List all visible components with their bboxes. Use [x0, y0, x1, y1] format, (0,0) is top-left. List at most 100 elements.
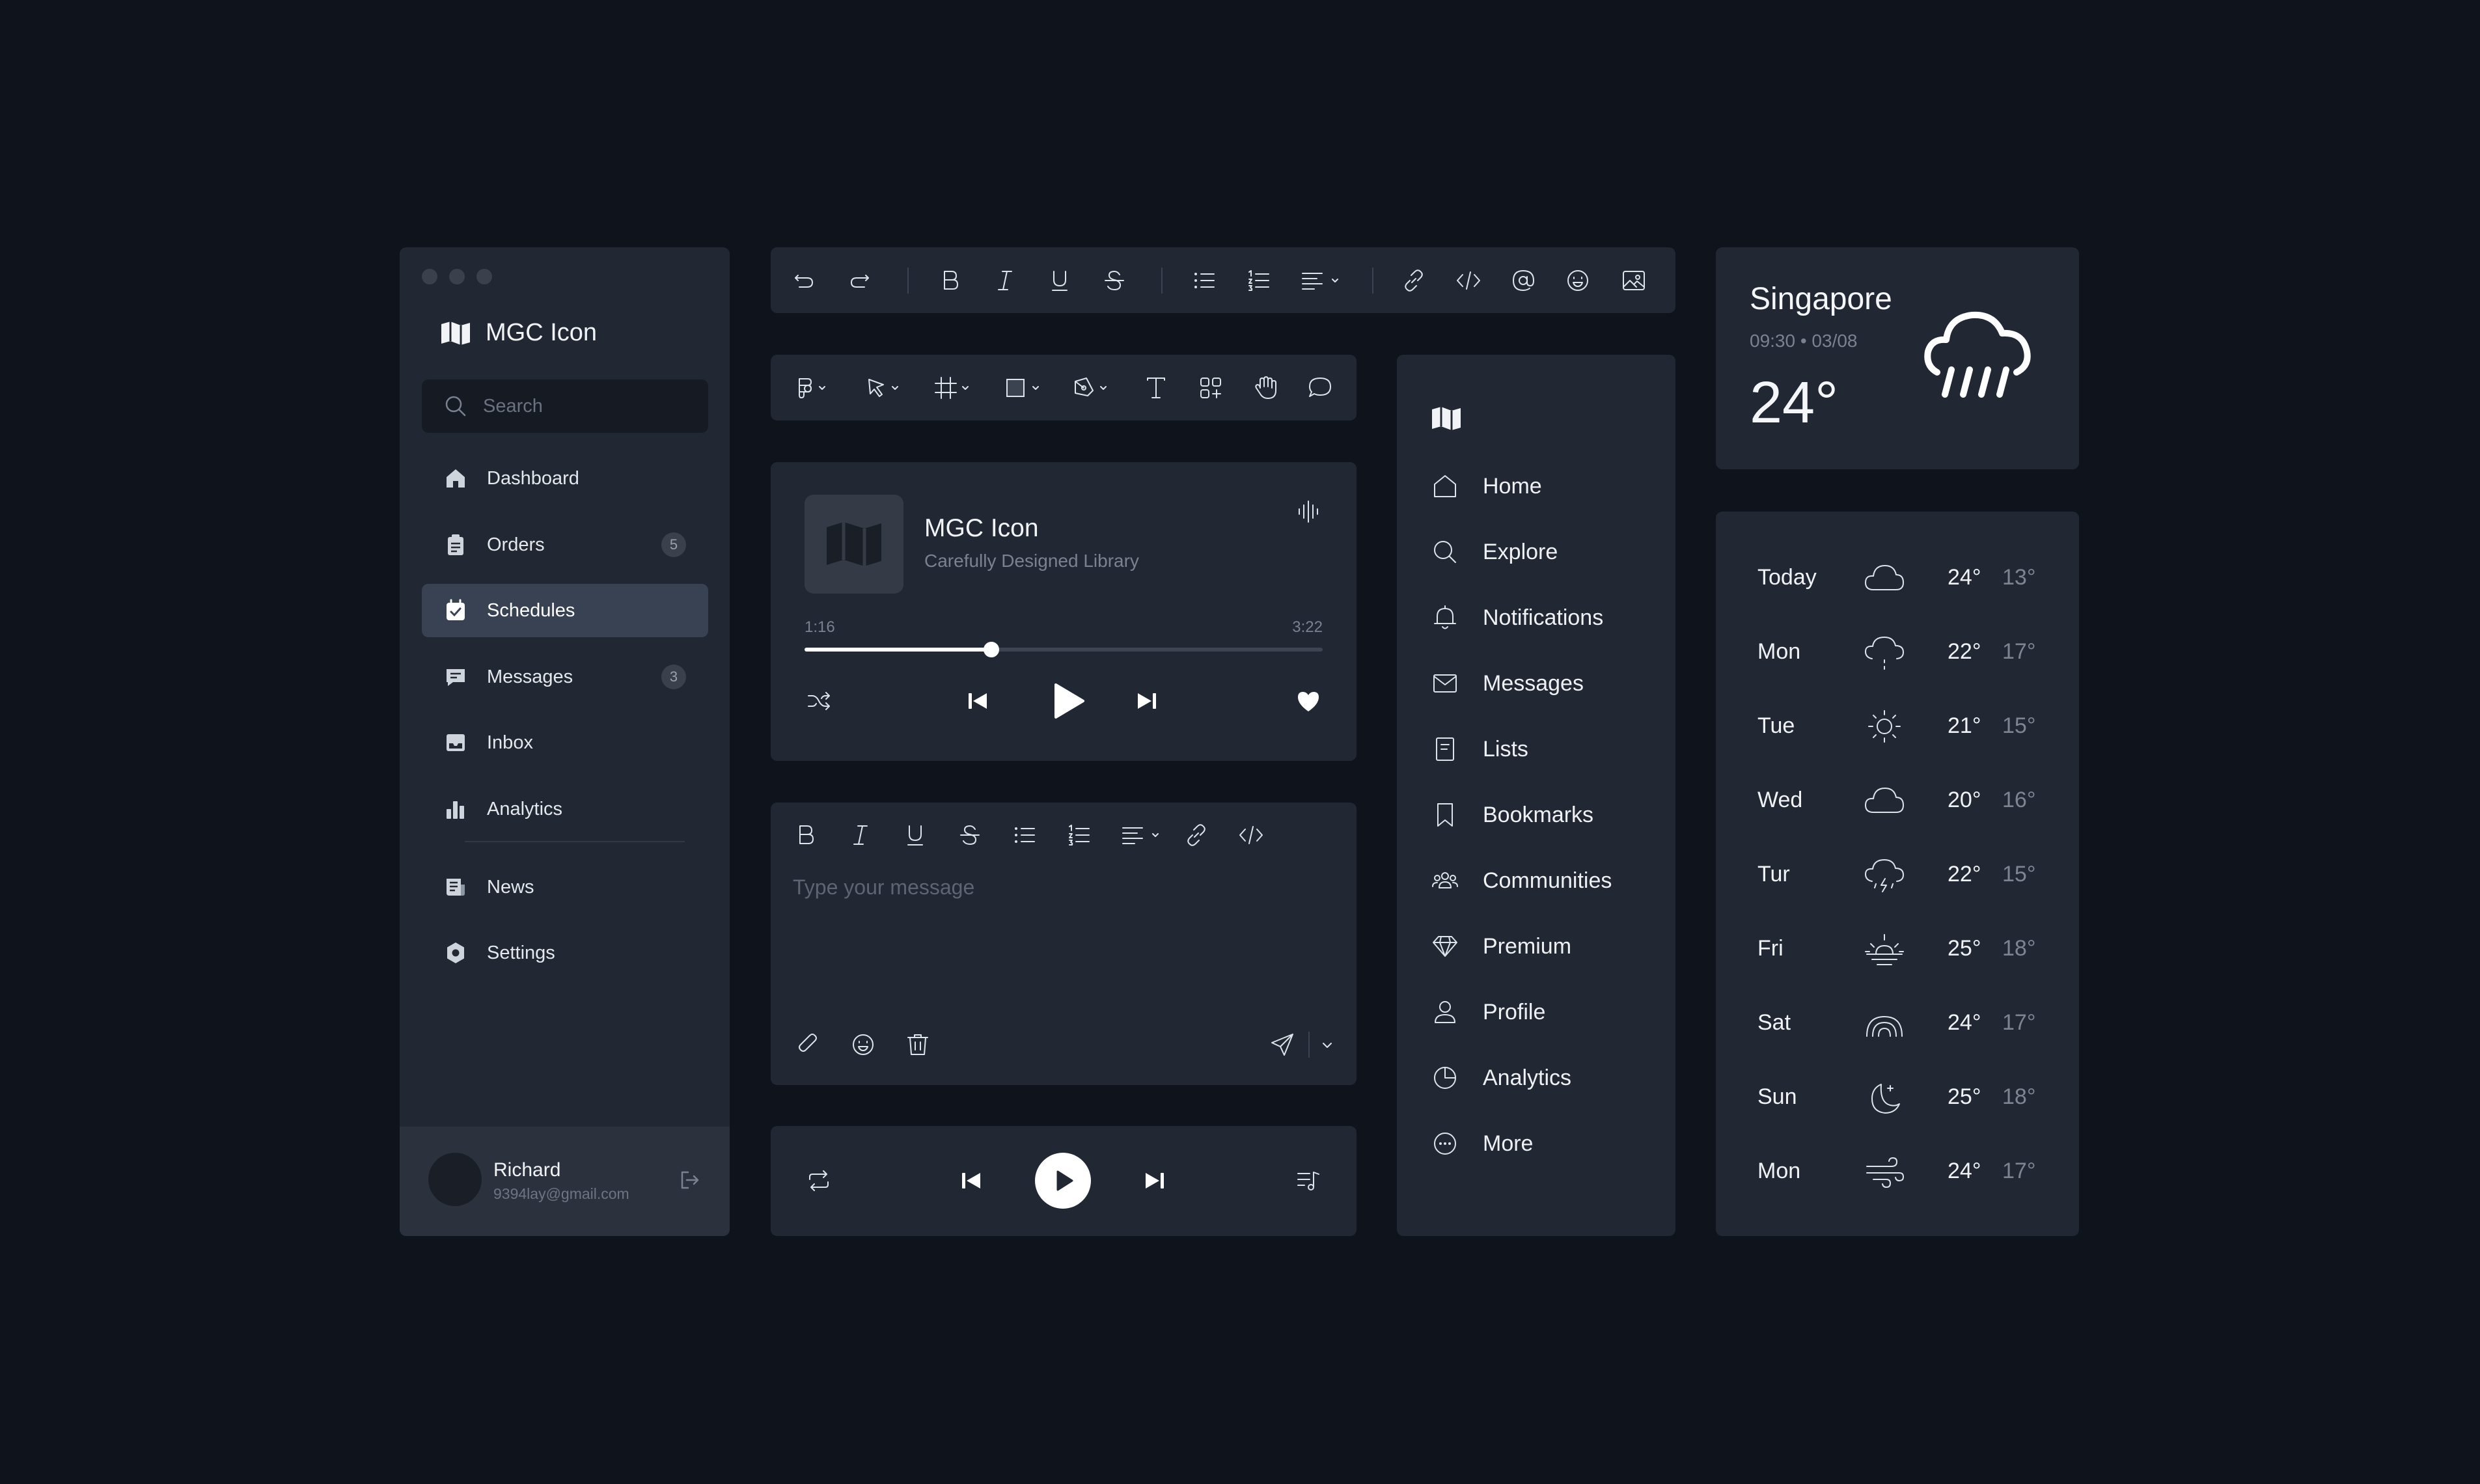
image-icon[interactable] — [1614, 247, 1653, 313]
menu-item-premium[interactable]: Premium — [1431, 927, 1571, 966]
previous-track-icon[interactable] — [957, 1166, 985, 1195]
pointer-dropdown-icon[interactable] — [859, 355, 911, 420]
sidebar-item-orders[interactable]: Orders 5 — [422, 518, 708, 571]
sidebar-item-news[interactable]: News — [422, 860, 708, 914]
mention-icon[interactable] — [1504, 247, 1543, 313]
mail-icon — [1431, 669, 1459, 698]
play-button[interactable] — [1035, 1153, 1091, 1209]
forecast-low: 17° — [2002, 1159, 2036, 1183]
sidebar-item-label: Orders — [487, 534, 545, 555]
previous-track-icon[interactable] — [963, 687, 992, 715]
italic-icon[interactable] — [841, 803, 880, 868]
sidebar-item-schedules[interactable]: Schedules — [422, 584, 708, 637]
frame-dropdown-icon[interactable] — [928, 355, 980, 420]
next-track-icon[interactable] — [1140, 1166, 1169, 1195]
menu-item-notifications[interactable]: Notifications — [1431, 598, 1603, 637]
sidebar-item-inbox[interactable]: Inbox — [422, 716, 708, 769]
window-maximize-dot[interactable] — [476, 269, 492, 284]
numbered-list-icon[interactable] — [1060, 803, 1099, 868]
shuffle-icon[interactable] — [805, 687, 833, 715]
sidebar-item-analytics[interactable]: Analytics — [422, 782, 708, 836]
emoji-icon[interactable] — [1558, 247, 1597, 313]
current-temperature: 24° — [1750, 370, 1839, 435]
heart-icon[interactable] — [1294, 687, 1323, 715]
menu-item-explore[interactable]: Explore — [1431, 532, 1558, 571]
bar-chart-icon — [444, 797, 467, 821]
hand-tool-icon[interactable] — [1246, 355, 1285, 420]
link-icon[interactable] — [1177, 803, 1216, 868]
track-subtitle: Carefully Designed Library — [924, 551, 1139, 571]
trash-icon[interactable] — [903, 1030, 932, 1059]
logout-icon[interactable] — [678, 1168, 701, 1192]
chevron-down-icon[interactable] — [1317, 1030, 1337, 1059]
map-logo-icon — [1431, 405, 1462, 432]
window-close-dot[interactable] — [422, 269, 437, 284]
bullet-list-icon[interactable] — [1185, 247, 1224, 313]
toolbar-separator — [1372, 268, 1373, 294]
forecast-row: Tue 21° 15° — [1716, 693, 2079, 758]
menu-item-more[interactable]: More — [1431, 1124, 1533, 1163]
menu-item-communities[interactable]: Communities — [1431, 861, 1612, 900]
underline-icon[interactable] — [1040, 247, 1079, 313]
rectangle-dropdown-icon[interactable] — [999, 355, 1051, 420]
bullet-list-icon[interactable] — [1005, 803, 1044, 868]
italic-icon[interactable] — [985, 247, 1025, 313]
text-tool-icon[interactable] — [1137, 355, 1176, 420]
code-icon[interactable] — [1232, 803, 1271, 868]
forecast-low: 15° — [2002, 713, 2036, 738]
components-icon[interactable] — [1191, 355, 1230, 420]
align-dropdown-icon[interactable] — [1116, 803, 1168, 868]
window-minimize-dot[interactable] — [449, 269, 465, 284]
cloud-drizzle-icon — [1862, 631, 1907, 673]
list-doc-icon — [1431, 735, 1459, 763]
sidebar-item-messages[interactable]: Messages 3 — [422, 650, 708, 704]
forecast-day: Wed — [1757, 788, 1803, 812]
undo-icon[interactable] — [785, 247, 824, 313]
current-weather-card: Singapore 09:30 • 03/08 24° — [1716, 247, 2079, 469]
forecast-high: 25° — [1948, 1084, 1981, 1109]
menu-item-bookmarks[interactable]: Bookmarks — [1431, 795, 1593, 834]
strikethrough-icon[interactable] — [1095, 247, 1134, 313]
sidebar-item-settings[interactable]: Settings — [422, 926, 708, 980]
bold-icon[interactable] — [786, 803, 825, 868]
comment-icon[interactable] — [1301, 355, 1340, 420]
code-icon[interactable] — [1449, 247, 1488, 313]
strikethrough-icon[interactable] — [950, 803, 989, 868]
menu-item-profile[interactable]: Profile — [1431, 993, 1545, 1032]
progress-knob[interactable] — [983, 642, 999, 657]
align-dropdown-icon[interactable] — [1295, 247, 1347, 313]
sun-icon — [1862, 706, 1907, 747]
menu-item-lists[interactable]: Lists — [1431, 730, 1528, 769]
sidebar-item-dashboard[interactable]: Dashboard — [422, 452, 708, 505]
user-profile[interactable]: Richard 9394lay@gmail.com — [400, 1127, 730, 1236]
menu-item-messages[interactable]: Messages — [1431, 664, 1584, 703]
search-box[interactable]: Search — [422, 379, 708, 433]
menu-item-home[interactable]: Home — [1431, 467, 1542, 506]
link-icon[interactable] — [1394, 247, 1433, 313]
figma-dropdown-icon[interactable] — [790, 355, 842, 420]
pen-dropdown-icon[interactable] — [1068, 355, 1120, 420]
attachment-icon[interactable] — [794, 1030, 823, 1059]
underline-icon[interactable] — [896, 803, 935, 868]
forecast-day: Today — [1757, 565, 1817, 590]
search-input[interactable]: Search — [483, 396, 543, 417]
rainbow-icon — [1862, 1002, 1907, 1044]
count-badge: 5 — [661, 532, 686, 557]
next-track-icon[interactable] — [1133, 687, 1161, 715]
audio-wave-icon[interactable] — [1294, 497, 1323, 526]
menu-item-analytics[interactable]: Analytics — [1431, 1058, 1571, 1097]
play-icon[interactable] — [1044, 678, 1090, 724]
playlist-icon[interactable] — [1294, 1166, 1323, 1195]
inbox-icon — [444, 731, 467, 754]
send-icon[interactable] — [1268, 1030, 1297, 1059]
message-input[interactable]: Type your message — [793, 875, 974, 900]
sidebar-divider — [465, 841, 685, 842]
emoji-icon[interactable] — [849, 1030, 877, 1059]
progress-slider[interactable] — [805, 642, 1323, 657]
bold-icon[interactable] — [931, 247, 970, 313]
redo-icon[interactable] — [840, 247, 879, 313]
repeat-icon[interactable] — [805, 1166, 833, 1195]
numbered-list-icon[interactable] — [1239, 247, 1278, 313]
menu-item-label: Bookmarks — [1483, 802, 1594, 827]
avatar[interactable] — [428, 1153, 482, 1206]
